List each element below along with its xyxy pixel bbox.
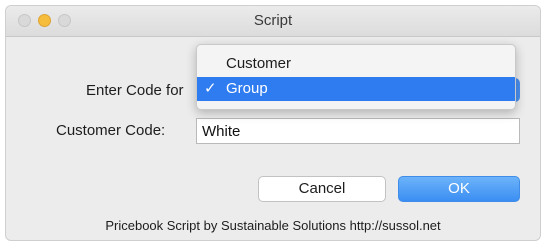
script-dialog-window: Script Enter Code for ▲▼ Customer Code: …	[6, 6, 540, 240]
menu-item-label: Group	[226, 80, 268, 97]
menu-item-customer[interactable]: Customer	[197, 52, 515, 76]
customer-code-label: Customer Code:	[56, 122, 166, 139]
customer-code-input[interactable]	[196, 118, 520, 144]
code-for-label: Enter Code for	[86, 82, 184, 99]
title-bar[interactable]: Script	[6, 6, 540, 37]
menu-item-group[interactable]: ✓ Group	[197, 77, 515, 101]
checkmark-icon: ✓	[204, 80, 217, 97]
footer-credit: Pricebook Script by Sustainable Solution…	[105, 218, 441, 233]
cancel-button[interactable]: Cancel	[258, 176, 386, 202]
menu-item-label: Customer	[226, 55, 292, 72]
ok-button[interactable]: OK	[398, 176, 520, 202]
code-type-dropdown-menu: Customer ✓ Group	[196, 44, 516, 110]
window-title: Script	[253, 12, 293, 29]
